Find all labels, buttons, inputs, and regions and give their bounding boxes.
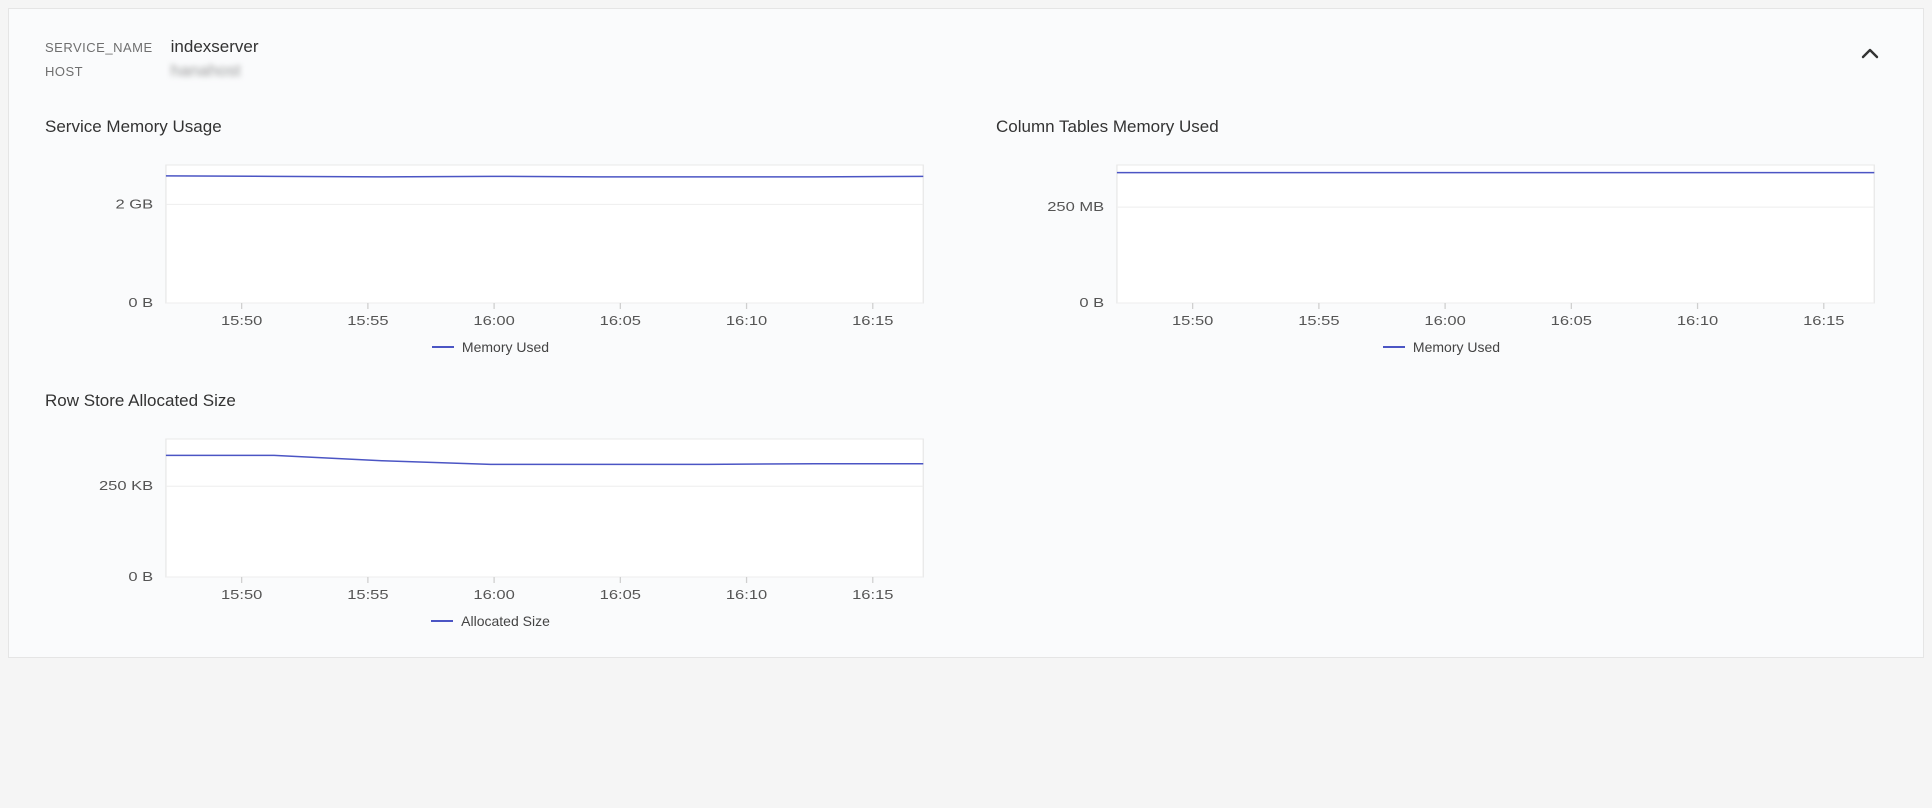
svg-text:15:50: 15:50 — [1172, 315, 1213, 329]
service-name-label: SERVICE_NAME — [45, 40, 153, 55]
chart-legend: Allocated Size — [45, 613, 936, 629]
panel-header: SERVICE_NAME indexserver HOST hanahost — [45, 37, 1887, 81]
collapse-button[interactable] — [1853, 37, 1887, 76]
svg-text:15:55: 15:55 — [347, 589, 388, 603]
chevron-up-icon — [1859, 43, 1881, 65]
svg-text:250 KB: 250 KB — [99, 480, 153, 494]
legend-swatch — [431, 620, 453, 622]
host-label: HOST — [45, 64, 153, 79]
svg-text:0 B: 0 B — [1079, 297, 1104, 311]
legend-swatch — [1383, 346, 1405, 348]
svg-text:16:10: 16:10 — [726, 589, 767, 603]
svg-text:16:05: 16:05 — [600, 315, 641, 329]
svg-text:0 B: 0 B — [128, 571, 153, 585]
service-panel: SERVICE_NAME indexserver HOST hanahost S… — [8, 8, 1924, 658]
chart-legend: Memory Used — [996, 339, 1887, 355]
chart-legend: Memory Used — [45, 339, 936, 355]
svg-text:0 B: 0 B — [128, 297, 153, 311]
svg-text:16:10: 16:10 — [726, 315, 767, 329]
svg-text:15:50: 15:50 — [221, 315, 262, 329]
legend-swatch — [432, 346, 454, 348]
svg-text:16:00: 16:00 — [473, 315, 514, 329]
service-name-value: indexserver — [171, 37, 259, 57]
legend-label: Allocated Size — [461, 613, 550, 629]
chart-plot[interactable]: 0 B 2 GB 15:50 15:55 16:00 16:05 16:10 16:15 — [45, 155, 936, 335]
svg-text:15:55: 15:55 — [1298, 315, 1339, 329]
svg-text:16:15: 16:15 — [1803, 315, 1844, 329]
chart-card-service-memory-usage: Service Memory Usage 0 B 2 GB 15:50 15:55 16:… — [45, 117, 936, 355]
svg-text:16:00: 16:00 — [473, 589, 514, 603]
legend-label: Memory Used — [462, 339, 549, 355]
svg-text:250 MB: 250 MB — [1047, 201, 1104, 215]
legend-label: Memory Used — [1413, 339, 1500, 355]
chart-plot[interactable]: 0 B 250 MB 15:50 15:55 16:00 16:05 16:10 16:15 — [996, 155, 1887, 335]
meta-block: SERVICE_NAME indexserver HOST hanahost — [45, 37, 259, 81]
svg-text:16:15: 16:15 — [852, 589, 893, 603]
chart-plot[interactable]: 0 B 250 KB 15:50 15:55 16:00 16:05 16:10 16:15 — [45, 429, 936, 609]
chart-card-row-store-allocated-size: Row Store Allocated Size 0 B 250 KB 15:50 15… — [45, 391, 936, 629]
charts-grid: Service Memory Usage 0 B 2 GB 15:50 15:55 16:… — [45, 117, 1887, 629]
svg-text:15:55: 15:55 — [347, 315, 388, 329]
svg-text:2 GB: 2 GB — [116, 198, 154, 212]
svg-text:16:05: 16:05 — [1551, 315, 1592, 329]
chart-title: Service Memory Usage — [45, 117, 936, 137]
chart-card-column-tables-memory-used: Column Tables Memory Used 0 B 250 MB 15:50 1… — [996, 117, 1887, 355]
svg-text:16:15: 16:15 — [852, 315, 893, 329]
svg-text:16:10: 16:10 — [1677, 315, 1718, 329]
svg-text:16:05: 16:05 — [600, 589, 641, 603]
svg-text:16:00: 16:00 — [1424, 315, 1465, 329]
chart-title: Row Store Allocated Size — [45, 391, 936, 411]
host-value: hanahost — [171, 61, 259, 81]
svg-text:15:50: 15:50 — [221, 589, 262, 603]
chart-title: Column Tables Memory Used — [996, 117, 1887, 137]
